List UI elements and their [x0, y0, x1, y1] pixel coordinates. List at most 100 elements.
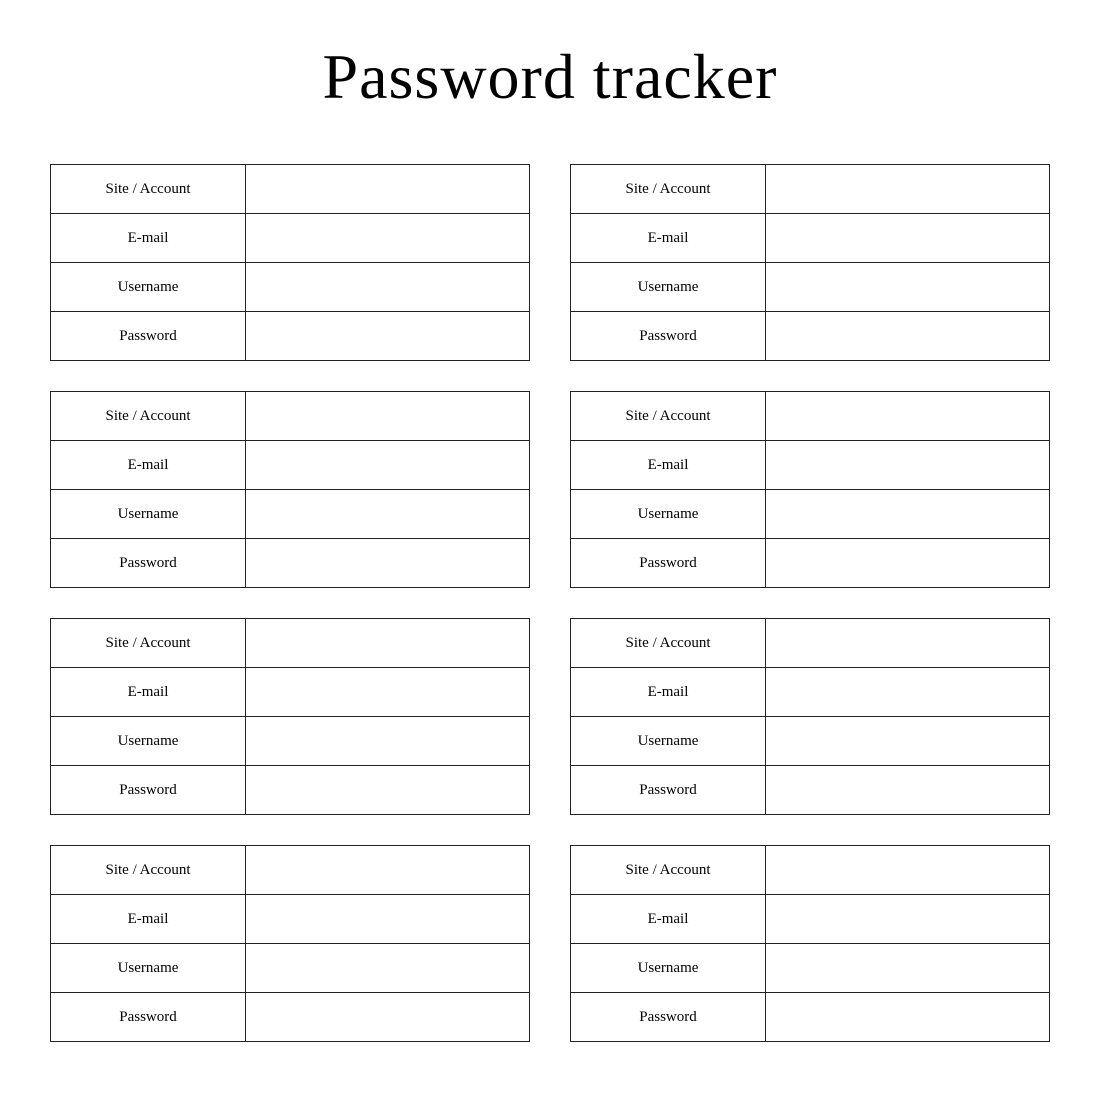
card-6-value-2[interactable] [766, 668, 1049, 716]
card-3-row-4: Password [51, 539, 529, 587]
card-6-row-2: E-mail [571, 668, 1049, 717]
card-5-value-3[interactable] [246, 717, 529, 765]
card-2-label-4: Password [571, 312, 766, 360]
tracker-card-6: Site / AccountE-mailUsernamePassword [570, 618, 1050, 815]
card-7-row-2: E-mail [51, 895, 529, 944]
card-4-row-2: E-mail [571, 441, 1049, 490]
card-4-value-2[interactable] [766, 441, 1049, 489]
card-6-label-2: E-mail [571, 668, 766, 716]
card-2-value-2[interactable] [766, 214, 1049, 262]
card-4-row-3: Username [571, 490, 1049, 539]
card-2-label-2: E-mail [571, 214, 766, 262]
card-3-value-2[interactable] [246, 441, 529, 489]
card-8-label-3: Username [571, 944, 766, 992]
card-7-row-1: Site / Account [51, 846, 529, 895]
card-6-label-4: Password [571, 766, 766, 814]
card-6-row-1: Site / Account [571, 619, 1049, 668]
card-3-label-3: Username [51, 490, 246, 538]
card-1-row-4: Password [51, 312, 529, 360]
card-7-value-2[interactable] [246, 895, 529, 943]
card-5-label-4: Password [51, 766, 246, 814]
card-8-row-3: Username [571, 944, 1049, 993]
card-5-row-3: Username [51, 717, 529, 766]
card-6-row-3: Username [571, 717, 1049, 766]
card-8-row-1: Site / Account [571, 846, 1049, 895]
cards-grid: Site / AccountE-mailUsernamePasswordSite… [50, 164, 1050, 1042]
card-2-row-1: Site / Account [571, 165, 1049, 214]
card-6-label-3: Username [571, 717, 766, 765]
card-3-label-1: Site / Account [51, 392, 246, 440]
card-1-row-2: E-mail [51, 214, 529, 263]
tracker-card-2: Site / AccountE-mailUsernamePassword [570, 164, 1050, 361]
card-7-row-3: Username [51, 944, 529, 993]
card-3-row-2: E-mail [51, 441, 529, 490]
card-7-value-3[interactable] [246, 944, 529, 992]
tracker-card-8: Site / AccountE-mailUsernamePassword [570, 845, 1050, 1042]
card-1-label-2: E-mail [51, 214, 246, 262]
card-8-row-4: Password [571, 993, 1049, 1041]
card-5-row-4: Password [51, 766, 529, 814]
card-5-row-1: Site / Account [51, 619, 529, 668]
tracker-card-1: Site / AccountE-mailUsernamePassword [50, 164, 530, 361]
card-4-label-2: E-mail [571, 441, 766, 489]
card-1-value-1[interactable] [246, 165, 529, 213]
card-5-label-1: Site / Account [51, 619, 246, 667]
card-4-label-4: Password [571, 539, 766, 587]
card-7-value-1[interactable] [246, 846, 529, 894]
card-2-label-1: Site / Account [571, 165, 766, 213]
card-8-value-1[interactable] [766, 846, 1049, 894]
tracker-card-3: Site / AccountE-mailUsernamePassword [50, 391, 530, 588]
card-3-row-3: Username [51, 490, 529, 539]
card-7-label-2: E-mail [51, 895, 246, 943]
card-4-value-1[interactable] [766, 392, 1049, 440]
card-2-value-1[interactable] [766, 165, 1049, 213]
card-2-row-2: E-mail [571, 214, 1049, 263]
card-3-value-4[interactable] [246, 539, 529, 587]
card-8-value-4[interactable] [766, 993, 1049, 1041]
card-1-label-3: Username [51, 263, 246, 311]
card-1-row-1: Site / Account [51, 165, 529, 214]
card-4-row-4: Password [571, 539, 1049, 587]
card-2-value-3[interactable] [766, 263, 1049, 311]
tracker-card-4: Site / AccountE-mailUsernamePassword [570, 391, 1050, 588]
page-title: Password tracker [323, 40, 778, 114]
card-8-label-1: Site / Account [571, 846, 766, 894]
card-2-value-4[interactable] [766, 312, 1049, 360]
card-5-value-1[interactable] [246, 619, 529, 667]
card-5-label-2: E-mail [51, 668, 246, 716]
card-4-row-1: Site / Account [571, 392, 1049, 441]
card-6-value-3[interactable] [766, 717, 1049, 765]
card-8-value-3[interactable] [766, 944, 1049, 992]
card-2-row-4: Password [571, 312, 1049, 360]
card-3-value-3[interactable] [246, 490, 529, 538]
card-8-row-2: E-mail [571, 895, 1049, 944]
card-5-label-3: Username [51, 717, 246, 765]
card-2-label-3: Username [571, 263, 766, 311]
card-8-value-2[interactable] [766, 895, 1049, 943]
card-4-label-3: Username [571, 490, 766, 538]
card-7-label-4: Password [51, 993, 246, 1041]
card-1-value-4[interactable] [246, 312, 529, 360]
tracker-card-5: Site / AccountE-mailUsernamePassword [50, 618, 530, 815]
card-6-value-1[interactable] [766, 619, 1049, 667]
card-4-value-4[interactable] [766, 539, 1049, 587]
card-1-label-4: Password [51, 312, 246, 360]
card-7-label-1: Site / Account [51, 846, 246, 894]
card-8-label-2: E-mail [571, 895, 766, 943]
card-3-row-1: Site / Account [51, 392, 529, 441]
card-5-row-2: E-mail [51, 668, 529, 717]
card-6-row-4: Password [571, 766, 1049, 814]
card-6-value-4[interactable] [766, 766, 1049, 814]
card-1-value-3[interactable] [246, 263, 529, 311]
card-3-value-1[interactable] [246, 392, 529, 440]
card-1-value-2[interactable] [246, 214, 529, 262]
card-5-value-4[interactable] [246, 766, 529, 814]
card-1-row-3: Username [51, 263, 529, 312]
card-8-label-4: Password [571, 993, 766, 1041]
card-6-label-1: Site / Account [571, 619, 766, 667]
card-4-label-1: Site / Account [571, 392, 766, 440]
card-4-value-3[interactable] [766, 490, 1049, 538]
card-7-row-4: Password [51, 993, 529, 1041]
card-7-value-4[interactable] [246, 993, 529, 1041]
card-5-value-2[interactable] [246, 668, 529, 716]
